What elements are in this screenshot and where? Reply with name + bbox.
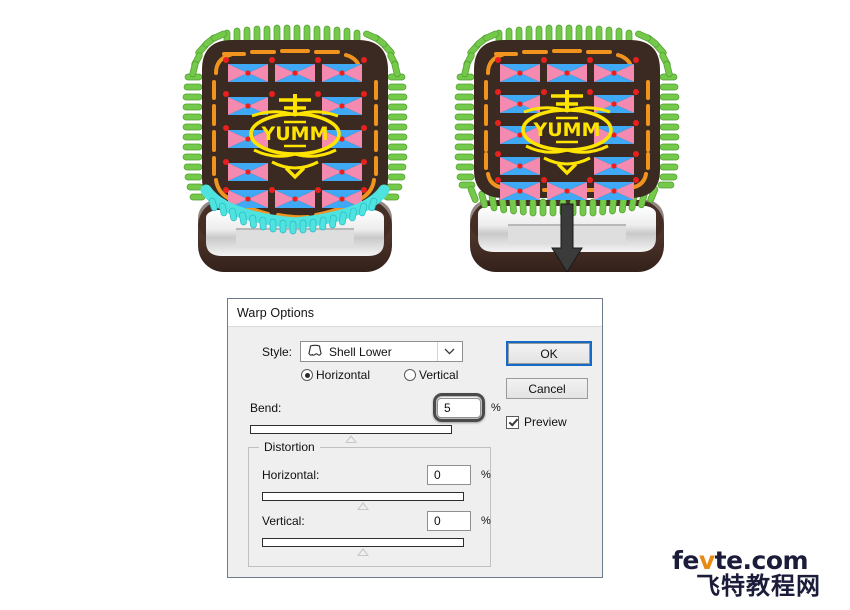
cookie-icon-warp-result: YUMM — [452, 22, 682, 272]
preview-checkbox-row[interactable]: Preview — [506, 415, 598, 429]
bend-input[interactable]: 5 — [437, 398, 481, 418]
watermark: fevte.com 飞特教程网 — [672, 548, 840, 598]
cookie-top: YUMM — [454, 24, 680, 217]
distortion-vertical-input[interactable]: 0 — [427, 511, 471, 531]
dialog-left-column: Style: Shell Lower Horizontal Vertical B… — [228, 327, 501, 577]
dialog-body: Style: Shell Lower Horizontal Vertical B… — [228, 327, 602, 577]
watermark-line-1: fevte.com — [672, 548, 840, 573]
distortion-legend: Distortion — [259, 440, 320, 454]
dialog-right-column: OK Cancel Preview — [506, 341, 598, 429]
ok-button-focus-ring: OK — [506, 341, 592, 366]
preview-label: Preview — [524, 415, 567, 429]
style-label: Style: — [261, 344, 292, 359]
yumm-text: YUMM — [532, 119, 600, 141]
bend-unit: % — [491, 402, 501, 414]
dialog-titlebar: Warp Options — [228, 299, 602, 327]
style-dropdown[interactable]: Shell Lower — [300, 341, 463, 362]
distortion-vertical-slider-thumb[interactable] — [357, 548, 369, 556]
distortion-vertical-label: Vertical: — [262, 514, 305, 528]
distortion-horizontal-label: Horizontal: — [262, 468, 320, 482]
cookie-left-svg: YUMM — [182, 24, 408, 272]
watermark-line-2: 飞特教程网 — [696, 572, 821, 600]
style-selected-value: Shell Lower — [329, 344, 392, 359]
ok-button[interactable]: OK — [508, 343, 590, 364]
distortion-vertical-slider-track[interactable] — [262, 538, 464, 547]
radio-horizontal-dot[interactable] — [301, 369, 313, 381]
dialog-title: Warp Options — [237, 305, 315, 320]
cancel-button[interactable]: Cancel — [506, 378, 588, 399]
distortion-horizontal-input[interactable]: 0 — [427, 465, 471, 485]
chevron-down-icon[interactable] — [437, 342, 460, 361]
distortion-vertical-unit: % — [481, 515, 491, 527]
distortion-horizontal-slider-thumb[interactable] — [357, 502, 369, 510]
radio-vertical[interactable]: Vertical — [404, 368, 458, 382]
distortion-group: Distortion Horizontal: 0 % Vertical: 0 % — [248, 440, 491, 567]
radio-vertical-label: Vertical — [419, 368, 459, 382]
cookie-right-svg: YUMM — [454, 24, 680, 272]
bend-label: Bend: — [250, 401, 282, 415]
radio-horizontal-label: Horizontal — [316, 368, 371, 382]
style-row: Style: Shell Lower — [250, 341, 463, 362]
watermark-fe: fe — [672, 546, 699, 575]
orientation-radio-group: Horizontal Vertical — [301, 368, 458, 382]
shell-lower-icon — [308, 344, 322, 356]
watermark-tecom: te.com — [714, 546, 809, 575]
bend-slider-track[interactable] — [250, 425, 452, 434]
bend-slider-thumb[interactable] — [345, 435, 357, 443]
radio-horizontal[interactable]: Horizontal — [301, 368, 370, 382]
distortion-horizontal-unit: % — [481, 469, 491, 481]
cookie-icon-warp-selected: YUMM — [180, 22, 410, 272]
preview-checkbox[interactable] — [506, 415, 519, 429]
watermark-v: v — [698, 546, 715, 575]
warp-options-dialog: Warp Options Style: Shell Lower Horizont… — [227, 298, 603, 578]
radio-vertical-dot[interactable] — [404, 369, 417, 381]
cookie-top: YUMM — [182, 24, 408, 235]
distortion-horizontal-slider-track[interactable] — [262, 492, 464, 501]
yumm-text: YUMM — [260, 123, 328, 145]
